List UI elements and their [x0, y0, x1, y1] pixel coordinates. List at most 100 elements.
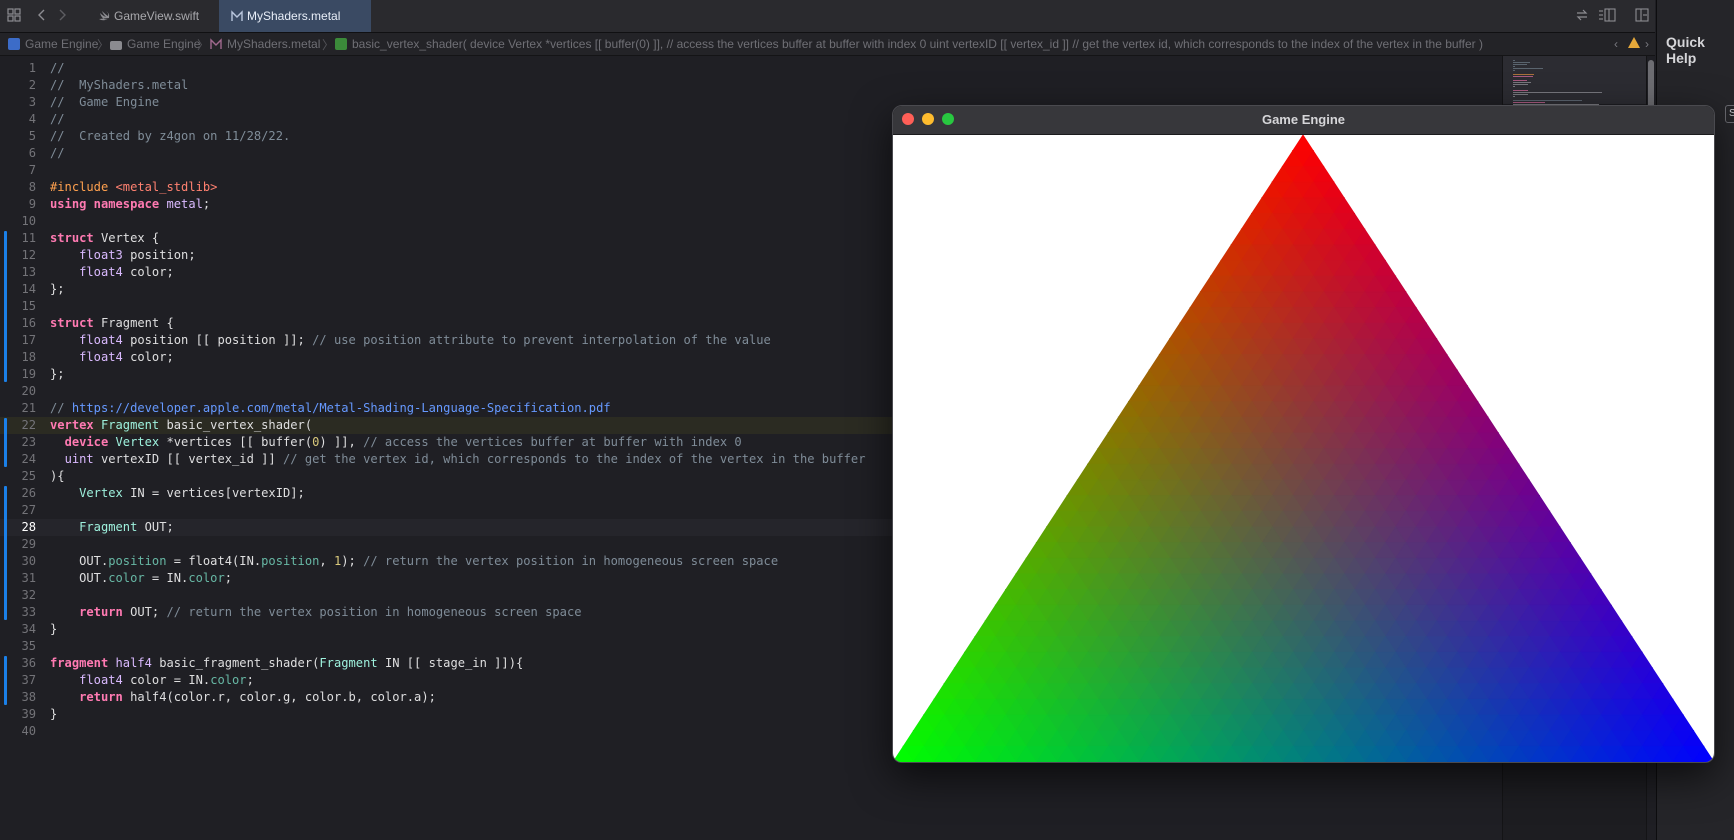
minimap-line	[1513, 94, 1529, 95]
line-number[interactable]: 2	[0, 77, 36, 94]
chevron-left-icon[interactable]	[34, 8, 50, 24]
code-token: float4	[79, 350, 123, 364]
minimap-line	[1513, 74, 1534, 75]
line-number[interactable]: 5	[0, 128, 36, 145]
game-window[interactable]: Game Engine	[892, 105, 1715, 763]
change-indicator[interactable]	[4, 656, 7, 705]
chevron-right-icon: 〉	[97, 38, 110, 52]
change-indicator[interactable]	[4, 418, 7, 467]
code-token: ,	[319, 554, 334, 568]
code-text: //	[50, 145, 65, 162]
code-text: // Created by z4gon on 11/28/22.	[50, 128, 290, 145]
line-number[interactable]: 35	[0, 638, 36, 655]
code-token: }	[50, 622, 58, 636]
line-number[interactable]: 3	[0, 94, 36, 111]
line-number[interactable]: 39	[0, 706, 36, 723]
quick-help-button[interactable]: S	[1725, 105, 1734, 123]
code-token: <metal_stdlib>	[115, 180, 218, 194]
window-title-bar[interactable]: Game Engine	[893, 106, 1714, 135]
code-text: float4 color;	[50, 264, 174, 281]
code-token: position;	[122, 248, 196, 262]
code-text: float4 position [[ position ]]; // use p…	[50, 332, 771, 349]
code-token: // Created by z4gon on 11/28/22.	[50, 129, 291, 143]
line-number[interactable]: 4	[0, 111, 36, 128]
metal-file-icon	[231, 0, 243, 34]
code-token: ){	[50, 469, 65, 483]
line-number[interactable]: 7	[0, 162, 36, 179]
line-number[interactable]: 25	[0, 468, 36, 485]
code-token: float4	[79, 265, 123, 279]
code-token: fragment	[50, 656, 116, 670]
line-number[interactable]: 9	[0, 196, 36, 213]
code-text: // MyShaders.metal	[50, 77, 188, 94]
chevron-right-icon[interactable]: ›	[1645, 37, 1649, 51]
code-text: // Game Engine	[50, 94, 159, 111]
line-number[interactable]: 10	[0, 213, 36, 230]
breadcrumb-item-function[interactable]: basic_vertex_shader( device Vertex *vert…	[335, 37, 1483, 51]
line-number[interactable]: 34	[0, 621, 36, 638]
code-token: //	[50, 61, 65, 75]
code-line[interactable]: 1 //	[0, 60, 1502, 77]
line-number[interactable]: 40	[0, 723, 36, 740]
function-icon	[335, 38, 347, 50]
code-token: basic_fragment_shader(	[151, 656, 320, 670]
minimap-line	[1513, 100, 1583, 101]
line-number[interactable]: 1	[0, 60, 36, 77]
warning-icon[interactable]	[1628, 37, 1640, 51]
minimap-line	[1513, 62, 1531, 63]
metal-render-view[interactable]	[893, 135, 1714, 762]
code-token: half4(color.r, color.g, color.b, color.a…	[130, 690, 436, 704]
add-editor-icon[interactable]	[1634, 8, 1650, 24]
code-text: OUT.color = IN.color;	[50, 570, 232, 587]
tab-myshaders-metal[interactable]: MyShaders.metal	[219, 0, 371, 32]
code-token: return	[79, 690, 131, 704]
code-token: Vertex {	[100, 231, 160, 245]
line-number[interactable]: 8	[0, 179, 36, 196]
inspector-icon[interactable]	[1598, 8, 1616, 24]
swift-file-icon	[98, 0, 110, 34]
code-token: float4	[79, 333, 123, 347]
chevron-left-icon[interactable]: ‹	[1614, 37, 1618, 51]
breadcrumb-item-project[interactable]: Game Engine	[8, 37, 98, 51]
code-token: IN = vertices[vertexID];	[130, 486, 305, 500]
code-token: color	[188, 571, 225, 585]
refresh-icon[interactable]	[1574, 8, 1590, 24]
minimap-line	[1513, 84, 1529, 85]
chevron-right-icon[interactable]	[54, 8, 70, 24]
tab-gameview-swift[interactable]: GameView.swift	[86, 0, 218, 32]
code-token: metal	[166, 197, 203, 211]
grid-icon[interactable]	[6, 8, 22, 24]
code-token: // return the vertex position in homogen…	[166, 605, 582, 619]
line-number[interactable]: 6	[0, 145, 36, 162]
line-number[interactable]: 21	[0, 400, 36, 417]
minimap-line	[1513, 102, 1546, 103]
breadcrumb-label: MyShaders.metal	[227, 37, 321, 51]
code-text: float4 color = IN.color;	[50, 672, 254, 689]
code-text: //	[50, 60, 65, 77]
line-number[interactable]: 20	[0, 383, 36, 400]
change-indicator[interactable]	[4, 486, 7, 620]
code-token: vertex	[50, 418, 101, 432]
breadcrumb-item-file[interactable]: MyShaders.metal	[210, 37, 320, 51]
code-token: = IN.	[144, 571, 189, 585]
code-token: // MyShaders.metal	[50, 78, 189, 92]
minimap-line	[1513, 60, 1515, 61]
code-text: return OUT; // return the vertex positio…	[50, 604, 582, 621]
code-token[interactable]: https://developer.apple.com/metal/Metal-…	[72, 401, 611, 415]
minimap-line	[1513, 82, 1531, 83]
code-token: Vertex	[79, 486, 131, 500]
code-text: };	[50, 281, 65, 298]
change-indicator[interactable]	[4, 231, 7, 382]
code-token: color;	[122, 265, 174, 279]
code-token: OUT.	[50, 571, 109, 585]
breadcrumb-item-folder[interactable]: Game Engine	[110, 37, 200, 51]
code-line[interactable]: 2 // MyShaders.metal	[0, 77, 1502, 94]
code-token: // use position attribute to prevent int…	[312, 333, 771, 347]
code-token: OUT;	[130, 605, 167, 619]
